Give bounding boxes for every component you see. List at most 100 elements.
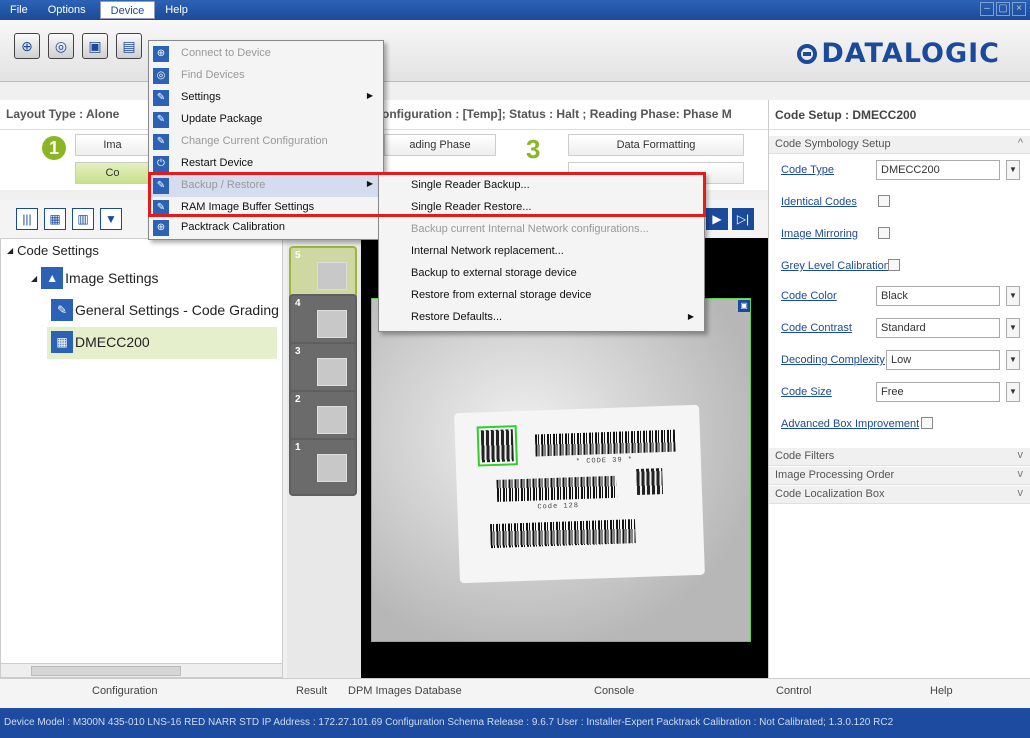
chevron-up-icon: ^ [1017,137,1023,149]
tree-node-image-settings[interactable]: ◢ ▲ Image Settings [31,267,159,289]
menu-item-single-reader-backup[interactable]: Single Reader Backup... [379,175,704,197]
image-settings-button[interactable]: Ima [75,134,150,156]
tab-configuration[interactable]: Configuration [92,685,157,697]
connect-icon[interactable]: ⊕ [14,33,40,59]
menu-item-label: Backup to external storage device [411,267,577,279]
menu-device[interactable]: Device [99,1,156,19]
settings-icon[interactable]: ▣ [82,33,108,59]
menu-item-label: Single Reader Restore... [411,201,532,213]
section-code-symbology[interactable]: Code Symbology Setup ^ [769,136,1030,154]
code-contrast-select[interactable]: Standard [876,318,1000,338]
menu-item-restore-external[interactable]: Restore from external storage device [379,285,704,307]
collapse-icon[interactable]: ◢ [31,274,37,283]
grey-level-checkbox[interactable] [888,259,900,271]
datamatrix-icon: ▦ [51,331,73,353]
code-size-select[interactable]: Free [876,382,1000,402]
menu-item-backup-internal-network[interactable]: Backup current Internal Network configur… [379,219,704,241]
thumbnail-image [317,310,347,338]
close-icon[interactable]: × [1012,2,1026,16]
section-code-filters[interactable]: Code Filters v [769,448,1030,466]
tab-dpm-images[interactable]: DPM Images Database [348,685,462,697]
barcode-1d-icon[interactable]: ||| [16,208,38,230]
chevron-down-icon: v [1017,468,1024,480]
grey-level-label: Grey Level Calibration [781,260,890,272]
advanced-box-checkbox[interactable] [921,417,933,429]
decoding-complexity-select[interactable]: Low [886,350,1000,370]
chevron-down-icon: v [1017,449,1024,461]
menu-item-change-configuration[interactable]: ✎ Change Current Configuration [149,131,383,153]
find-devices-icon: ◎ [153,68,169,84]
menu-item-label: Restart Device [181,157,254,169]
menu-item-find-devices[interactable]: ◎ Find Devices [149,65,383,87]
restore-icon[interactable]: ▢ [996,2,1010,16]
section-code-localization[interactable]: Code Localization Box v [769,486,1030,504]
menu-item-backup-restore[interactable]: ✎ Backup / Restore ▶ [149,175,383,197]
tree-node-code-settings[interactable]: ◢ Code Settings [7,243,99,258]
chevron-down-icon[interactable]: ▼ [1006,350,1020,370]
collapse-icon[interactable]: ◢ [7,246,13,255]
menu-item-label: Internal Network replacement... [411,245,564,257]
chevron-down-icon[interactable]: ▼ [1006,318,1020,338]
barcode-2d-icon[interactable]: ▦ [44,208,66,230]
data-formatting-button[interactable]: Data Formatting [568,134,744,156]
menu-item-label: RAM Image Buffer Settings [181,201,315,213]
menu-item-packtrack-calibration[interactable]: ⊕ Packtrack Calibration [149,217,383,239]
postal-code-icon[interactable]: ▥ [72,208,94,230]
menu-item-restore-defaults[interactable]: Restore Defaults... ▶ [379,307,704,329]
tree-horizontal-scrollbar[interactable] [1,663,282,677]
menu-item-label: Restore Defaults... [411,311,503,323]
tab-control[interactable]: Control [776,685,811,697]
thumbnail-image [317,406,347,434]
step-three-icon: 3 [526,134,541,164]
chevron-down-icon[interactable]: ▼ [1006,160,1020,180]
code-settings-button[interactable]: Co [75,162,150,184]
menu-item-ram-buffer[interactable]: ✎ RAM Image Buffer Settings [149,197,383,219]
menu-file[interactable]: File [0,1,38,19]
chevron-down-icon[interactable]: ▼ [1006,286,1020,306]
menu-options[interactable]: Options [38,1,96,19]
device-status: onfiguration : [Temp]; Status : Halt ; R… [382,107,732,121]
section-image-processing[interactable]: Image Processing Order v [769,467,1030,485]
tab-result[interactable]: Result [296,685,327,697]
chevron-down-icon[interactable]: ▼ [1006,382,1020,402]
tree-node-general-settings[interactable]: ✎ General Settings - Code Grading [51,299,279,321]
menu-item-settings[interactable]: ✎ Settings ▶ [149,87,383,109]
menu-item-single-reader-restore[interactable]: Single Reader Restore... [379,197,704,219]
code-type-select[interactable]: DMECC200 [876,160,1000,180]
code-type-label: Code Type [781,164,835,176]
tree-node-label: Image Settings [65,270,159,286]
code-setup-panel: Code Setup : DMECC200 Code Symbology Set… [768,100,1030,678]
find-devices-icon[interactable]: ◎ [48,33,74,59]
menu-item-update-package[interactable]: ✎ Update Package [149,109,383,131]
grey-level-row: Grey Level Calibration [781,256,1026,278]
filter-icon[interactable]: ▼ [100,208,122,230]
menu-item-label: Change Current Configuration [181,135,328,147]
thumbnail-1[interactable]: 1 [289,438,357,496]
menu-item-internal-network-replacement[interactable]: Internal Network replacement... [379,241,704,263]
minimize-icon[interactable]: – [980,2,994,16]
thumbnail-image [317,454,347,482]
play-icon[interactable]: ▶ [706,208,728,230]
tab-help[interactable]: Help [930,685,953,697]
tab-console[interactable]: Console [594,685,634,697]
datalogic-logo-mark [797,44,818,64]
reading-phase-button[interactable]: ading Phase [384,134,496,156]
image-mirroring-checkbox[interactable] [878,227,890,239]
identical-codes-checkbox[interactable] [878,195,890,207]
view-options-icon[interactable]: ▣ [738,300,750,312]
menu-item-restart-device[interactable]: ⏻ Restart Device [149,153,383,175]
device-icon[interactable]: ▤ [116,33,142,59]
submenu-arrow-icon: ▶ [687,312,694,321]
code-type-row: Code Type DMECC200 ▼ [781,160,1026,182]
menu-item-connect-device[interactable]: ⊕ Connect to Device [149,43,383,65]
scrollbar-thumb[interactable] [31,666,181,676]
menu-item-backup-external[interactable]: Backup to external storage device [379,263,704,285]
thumbnail-image [317,262,347,290]
step-forward-icon[interactable]: ▷| [732,208,754,230]
tree-node-dmecc200[interactable]: ▦ DMECC200 [51,331,150,353]
tree-node-label: DMECC200 [75,334,150,350]
section-label: Image Processing Order [775,469,895,481]
code-color-select[interactable]: Black [876,286,1000,306]
menu-help[interactable]: Help [155,1,198,19]
wrench-icon: ✎ [153,134,169,150]
